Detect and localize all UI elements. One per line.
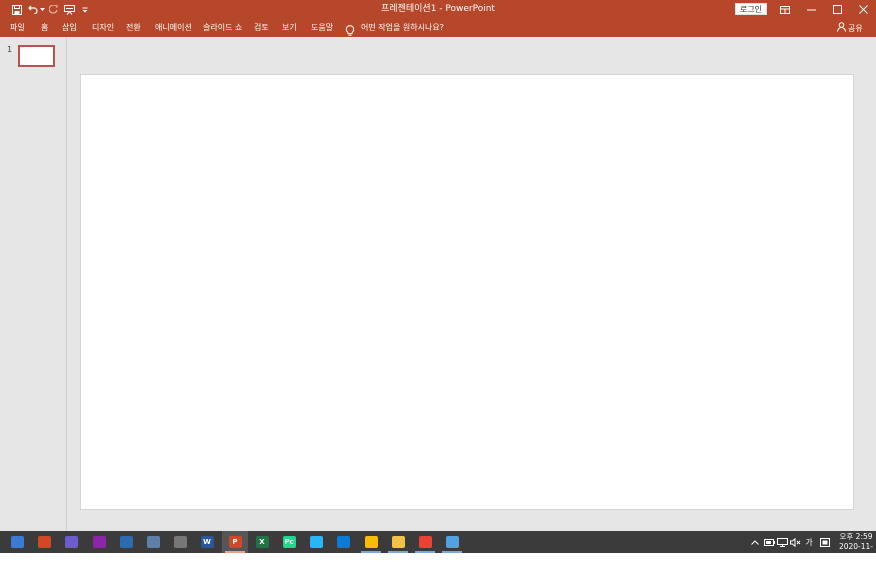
taskbar-app-word[interactable]: W [194,531,220,553]
title-bar: 프레젠테이션1 - PowerPoint 로그인 [0,0,876,19]
taskbar-app-powerpoint[interactable]: P [222,531,248,553]
show-hidden-icons-chevron[interactable] [750,536,760,548]
person-icon [837,22,846,34]
tell-me-search[interactable]: 어떤 작업을 원하시나요? [361,22,444,34]
tab-design[interactable]: 디자인 [92,22,114,34]
taskbar-app-office[interactable] [31,531,57,553]
powerpoint-window: 프레젠테이션1 - PowerPoint 로그인 파일 홈 삽입 디자인 전환 … [0,0,876,563]
close-icon[interactable] [850,0,876,19]
screen-bottom-edge [0,553,876,563]
taskbar-app-chrome-2[interactable] [412,531,438,553]
chat-icon [119,536,133,548]
taskbar: WPXPc 가 오후 2:59 2020-11-13 [0,531,876,561]
edge-icon [336,536,350,548]
taskbar-app-disc[interactable] [58,531,84,553]
office-icon [37,536,51,548]
taskbar-app-edge[interactable] [330,531,356,553]
excel-icon: X [255,536,269,548]
network-icon[interactable] [776,536,788,548]
taskbar-app-file-explorer[interactable] [385,531,411,553]
signin-button[interactable]: 로그인 [735,3,767,15]
save-tool-icon [92,536,106,548]
slide-canvas[interactable] [80,74,854,510]
bird-icon [309,536,323,548]
taskbar-app-bird[interactable] [303,531,329,553]
disc-icon [64,536,78,548]
tool-icon [173,536,187,548]
share-button[interactable]: 공유 [837,22,863,34]
tab-transitions[interactable]: 전환 [126,22,141,34]
globe-icon [445,536,459,548]
file-explorer-icon [391,536,405,548]
tab-slide-show[interactable]: 슬라이드 쇼 [203,22,242,34]
chrome-icon [364,536,378,548]
battery-icon[interactable] [763,536,775,548]
minimize-icon[interactable] [798,0,824,19]
photos-icon [10,536,24,548]
slide-thumbnail[interactable] [18,45,55,67]
taskbar-app-monitor[interactable] [140,531,166,553]
volume-muted-icon[interactable] [789,536,801,548]
taskbar-app-save-tool[interactable] [86,531,112,553]
taskbar-app-chat[interactable] [113,531,139,553]
slide-number: 1 [7,45,13,54]
lightbulb-icon[interactable] [345,22,355,36]
slide-thumbnails-pane: 1 [0,37,67,531]
pycharm-icon: Pc [282,536,296,548]
tab-file[interactable]: 파일 [10,22,25,34]
taskbar-app-excel[interactable]: X [249,531,275,553]
taskbar-app-photos[interactable] [4,531,30,553]
tab-animations[interactable]: 애니메이션 [155,22,192,34]
word-icon: W [200,536,214,548]
tab-home[interactable]: 홈 [41,22,48,34]
taskbar-app-globe[interactable] [439,531,465,553]
ribbon-display-options-icon[interactable] [772,0,798,19]
slide-editing-area [67,37,876,531]
taskbar-app-chrome[interactable] [358,531,384,553]
ime-pad-icon[interactable] [819,536,831,548]
clock-time: 오후 2:59 [839,532,873,541]
tab-insert[interactable]: 삽입 [62,22,77,34]
taskbar-app-pycharm[interactable]: Pc [276,531,302,553]
tab-view[interactable]: 보기 [282,22,297,34]
taskbar-app-tool[interactable] [167,531,193,553]
ribbon-tabs: 파일 홈 삽입 디자인 전환 애니메이션 슬라이드 쇼 검토 보기 도움말 어떤… [0,19,876,37]
maximize-icon[interactable] [824,0,850,19]
share-label: 공유 [848,23,863,33]
tab-help[interactable]: 도움말 [311,22,333,34]
powerpoint-icon: P [228,536,242,548]
chrome-2-icon [418,536,432,548]
tab-review[interactable]: 검토 [254,22,269,34]
ime-indicator[interactable]: 가 [803,536,815,548]
monitor-icon [146,536,160,548]
